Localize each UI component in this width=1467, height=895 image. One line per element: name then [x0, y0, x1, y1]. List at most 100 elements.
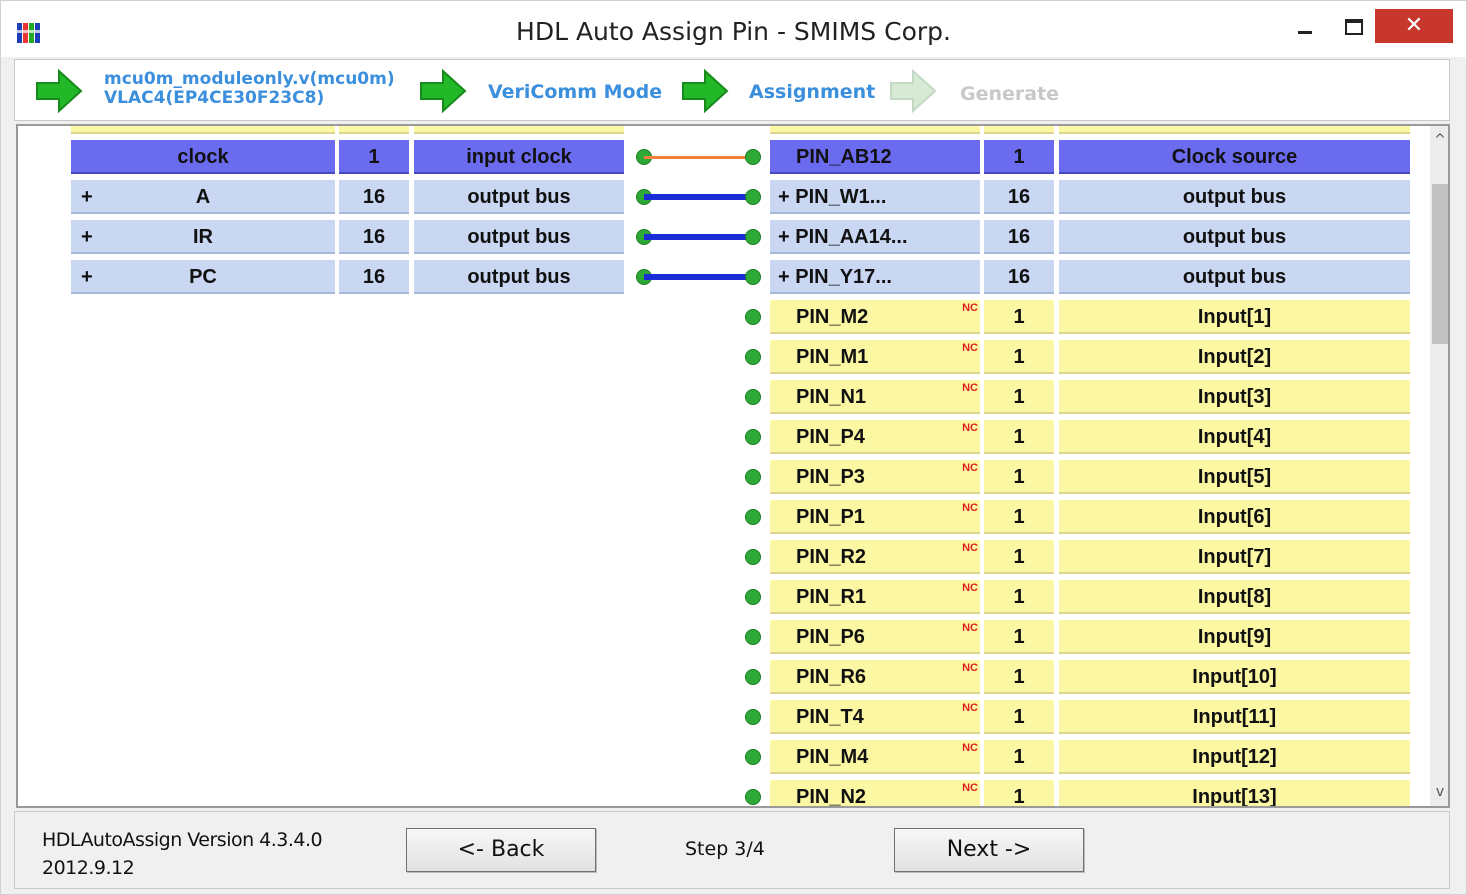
pin-name-cell[interactable]: + PIN_AA14...: [770, 220, 980, 254]
step-project-device: VLAC4(EP4CE30F23C8): [104, 88, 325, 108]
pin-name-cell[interactable]: PIN_P1 NC: [770, 500, 980, 534]
pin-description: Clock source: [1059, 140, 1410, 174]
pin-connector-dot[interactable]: [745, 429, 761, 445]
connection-wire[interactable]: [644, 194, 754, 200]
pin-name-cell[interactable]: PIN_P6 NC: [770, 620, 980, 654]
gray-arrow-icon: [887, 66, 939, 116]
pin-connector-dot[interactable]: [745, 309, 761, 325]
connection-wire[interactable]: [644, 234, 754, 240]
nc-badge: NC: [962, 702, 978, 714]
pin-connector-dot[interactable]: [745, 269, 761, 285]
pin-name: PIN_M4: [796, 746, 869, 768]
pin-width: 1: [984, 380, 1054, 414]
pin-description: Input[5]: [1059, 460, 1410, 494]
pin-description: Input[1]: [1059, 300, 1410, 334]
step-assignment: Assignment: [749, 81, 876, 103]
pin-connector-dot[interactable]: [745, 509, 761, 525]
nc-badge: NC: [962, 382, 978, 394]
maximize-icon: [1345, 19, 1363, 35]
signal-name: clock: [177, 146, 229, 168]
pin-description: Input[13]: [1059, 780, 1410, 806]
expand-icon[interactable]: +: [81, 180, 93, 212]
pin-width: 1: [984, 660, 1054, 694]
close-button[interactable]: ✕: [1375, 9, 1453, 43]
pin-description: Input[3]: [1059, 380, 1410, 414]
expand-icon[interactable]: +: [81, 220, 93, 252]
hidden-row-strip: [984, 126, 1054, 134]
pin-connector-dot[interactable]: [745, 749, 761, 765]
pin-width: 1: [984, 460, 1054, 494]
pin-connector-dot[interactable]: [745, 709, 761, 725]
pin-name-cell[interactable]: PIN_M4 NC: [770, 740, 980, 774]
pin-width: 1: [984, 500, 1054, 534]
next-button[interactable]: Next ->: [894, 828, 1084, 872]
signal-name-cell[interactable]: + A: [71, 180, 335, 214]
pin-description: output bus: [1059, 260, 1410, 294]
pin-connector-dot[interactable]: [745, 349, 761, 365]
pin-name-cell[interactable]: PIN_M2 NC: [770, 300, 980, 334]
connection-wire[interactable]: [644, 274, 754, 280]
hidden-row-strip: [1059, 126, 1410, 134]
nc-badge: NC: [962, 342, 978, 354]
expand-icon[interactable]: +: [81, 260, 93, 292]
signal-name-cell[interactable]: clock: [71, 140, 335, 174]
hidden-row-strip: [770, 126, 980, 134]
nc-badge: NC: [962, 782, 978, 794]
scroll-up-icon[interactable]: ^: [1430, 130, 1448, 150]
pin-connector-dot[interactable]: [745, 149, 761, 165]
pin-name-cell[interactable]: PIN_N1 NC: [770, 380, 980, 414]
signal-type: output bus: [414, 260, 624, 294]
nc-badge: NC: [962, 502, 978, 514]
version-info: HDLAutoAssign Version 4.3.4.0 2012.9.12: [42, 826, 323, 882]
version-text: HDLAutoAssign Version 4.3.4.0: [42, 829, 323, 851]
pin-connector-dot[interactable]: [745, 389, 761, 405]
pin-name-cell[interactable]: PIN_N2 NC: [770, 780, 980, 806]
pin-width: 1: [984, 540, 1054, 574]
pin-name-cell[interactable]: PIN_R1 NC: [770, 580, 980, 614]
pin-name-cell[interactable]: PIN_T4 NC: [770, 700, 980, 734]
nc-badge: NC: [962, 622, 978, 634]
pin-connector-dot[interactable]: [745, 549, 761, 565]
back-button[interactable]: <- Back: [406, 828, 596, 872]
signal-name: IR: [193, 226, 213, 248]
minimize-button[interactable]: [1287, 9, 1321, 43]
pin-description: Input[10]: [1059, 660, 1410, 694]
maximize-button[interactable]: [1337, 9, 1371, 43]
pin-width: 1: [984, 580, 1054, 614]
pin-connector-dot[interactable]: [745, 469, 761, 485]
pin-name-cell[interactable]: PIN_P3 NC: [770, 460, 980, 494]
pin-width: 1: [984, 340, 1054, 374]
pin-description: Input[9]: [1059, 620, 1410, 654]
pin-description: Input[4]: [1059, 420, 1410, 454]
pin-name-cell[interactable]: PIN_R2 NC: [770, 540, 980, 574]
scroll-down-icon[interactable]: v: [1430, 782, 1448, 802]
step-project-file: mcu0m_moduleonly.v(mcu0m): [104, 69, 395, 89]
pin-name-cell[interactable]: PIN_P4 NC: [770, 420, 980, 454]
footer-bar: HDLAutoAssign Version 4.3.4.0 2012.9.12 …: [14, 811, 1450, 889]
signal-name-cell[interactable]: + PC: [71, 260, 335, 294]
signal-width: 16: [339, 220, 409, 254]
pin-width: 1: [984, 420, 1054, 454]
pin-connector-dot[interactable]: [745, 629, 761, 645]
pin-name: PIN_P4: [796, 426, 865, 448]
nc-badge: NC: [962, 662, 978, 674]
pin-name-cell[interactable]: PIN_AB12: [770, 140, 980, 174]
pin-connector-dot[interactable]: [745, 189, 761, 205]
pin-name-cell[interactable]: + PIN_W1...: [770, 180, 980, 214]
nc-badge: NC: [962, 742, 978, 754]
signal-type: output bus: [414, 220, 624, 254]
connection-wire[interactable]: [644, 155, 754, 159]
pin-connector-dot[interactable]: [745, 789, 761, 805]
pin-connector-dot[interactable]: [745, 589, 761, 605]
pin-name-cell[interactable]: PIN_M1 NC: [770, 340, 980, 374]
scrollbar-thumb[interactable]: [1432, 184, 1448, 344]
signal-width: 16: [339, 180, 409, 214]
pin-name-cell[interactable]: + PIN_Y17...: [770, 260, 980, 294]
pin-connector-dot[interactable]: [745, 669, 761, 685]
pin-width: 1: [984, 740, 1054, 774]
vertical-scrollbar[interactable]: ^ v: [1430, 126, 1448, 806]
signal-name-cell[interactable]: + IR: [71, 220, 335, 254]
pin-connector-dot[interactable]: [745, 229, 761, 245]
pin-name: + PIN_W1...: [778, 186, 887, 208]
pin-name-cell[interactable]: PIN_R6 NC: [770, 660, 980, 694]
